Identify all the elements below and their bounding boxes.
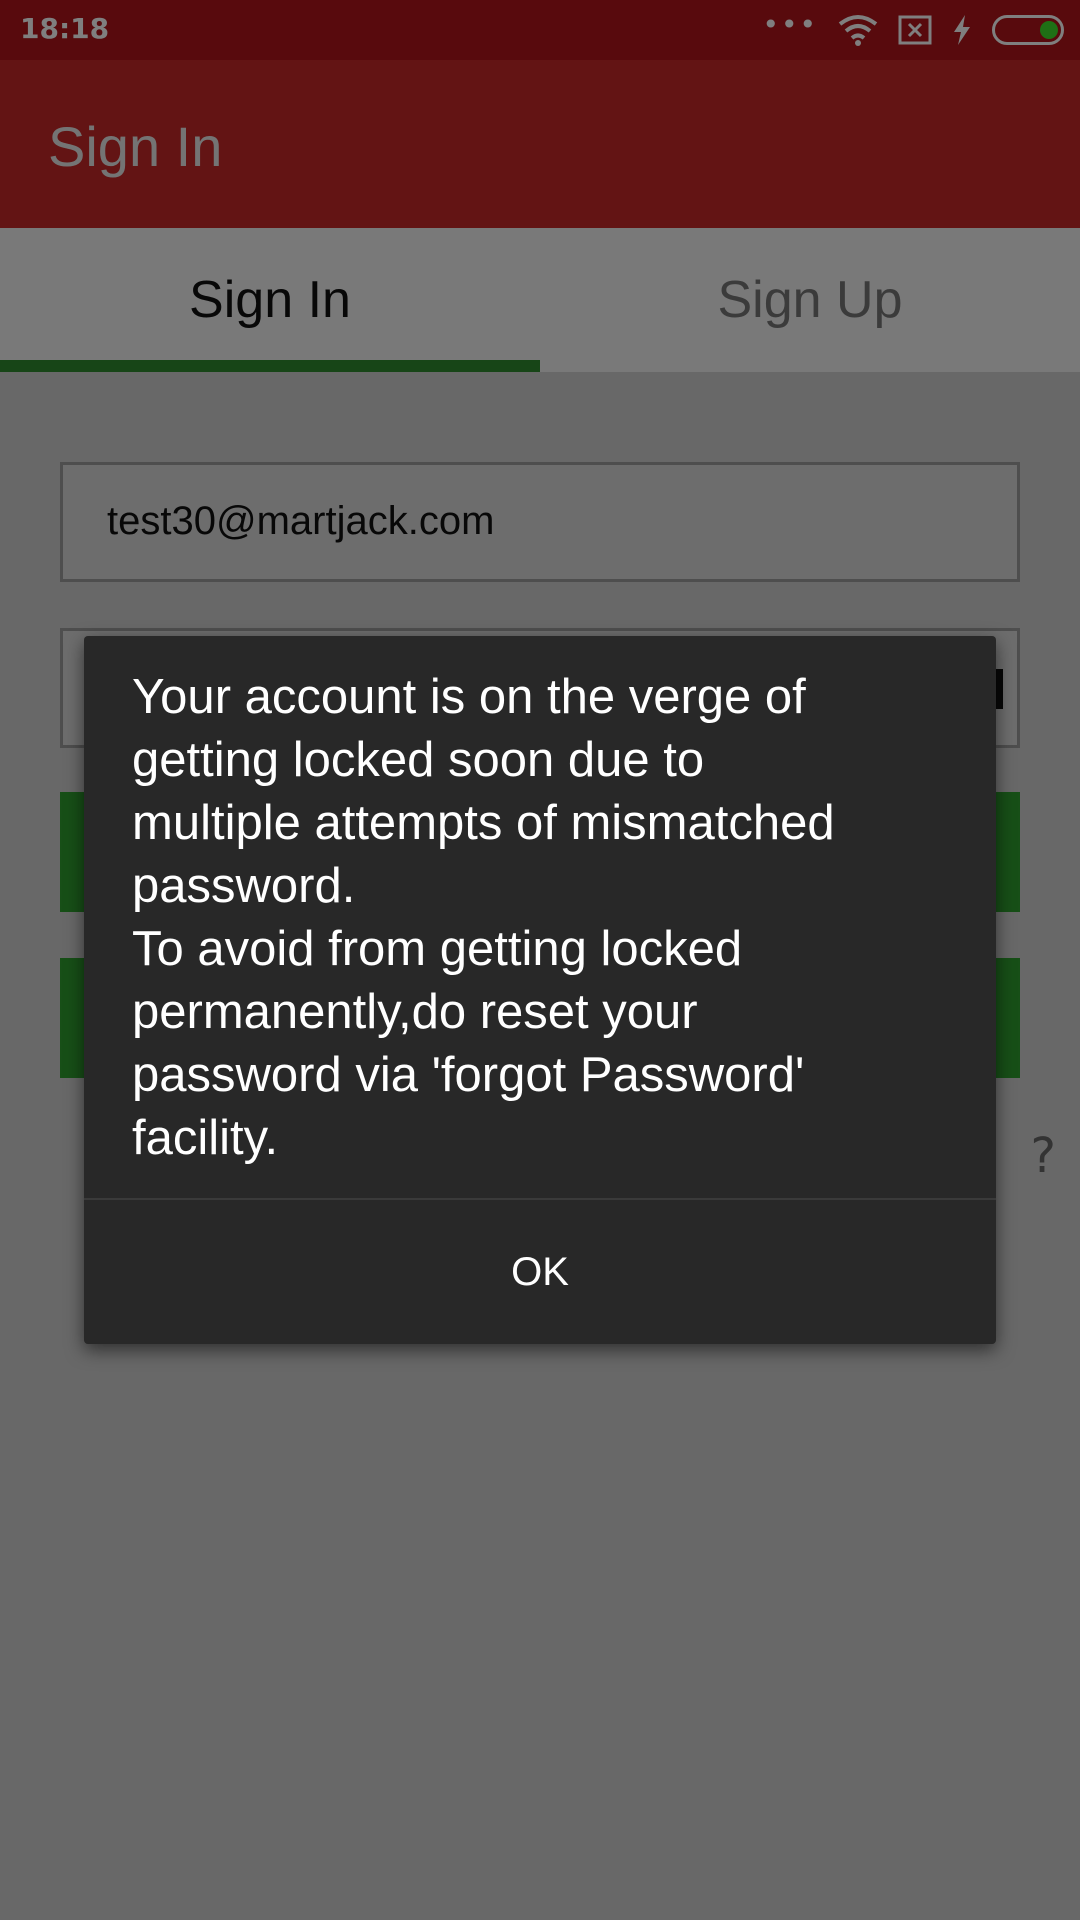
account-lock-warning-dialog: Your account is on the verge of getting … xyxy=(84,636,996,1344)
dialog-message: Your account is on the verge of getting … xyxy=(132,670,835,1165)
ok-button[interactable]: OK xyxy=(84,1200,996,1344)
